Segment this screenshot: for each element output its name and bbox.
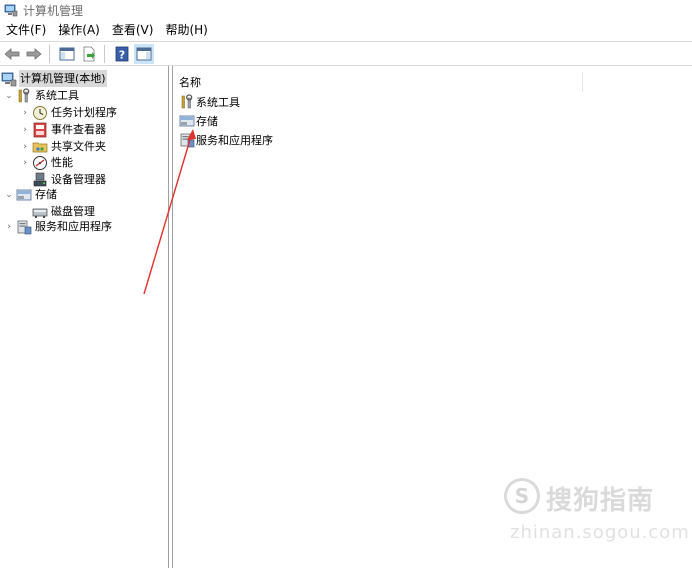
forward-button[interactable] — [24, 44, 44, 64]
tree-item-label: 性能 — [51, 156, 73, 169]
watermark-text: 搜狗指南 — [546, 486, 655, 516]
tree-item-label: 共享文件夹 — [51, 140, 106, 153]
tree-item-label: 事件查看器 — [51, 123, 106, 136]
system-tools-icon — [179, 94, 195, 110]
services-apps-icon — [16, 219, 32, 235]
shared-folder-icon — [32, 139, 48, 155]
column-header-name[interactable]: 名称 — [173, 72, 583, 92]
storage-icon — [16, 187, 32, 203]
tree-item-label: 系统工具 — [35, 89, 79, 102]
services-apps-icon — [179, 132, 195, 148]
help-icon: ? — [115, 46, 129, 61]
tree-item-label: 设备管理器 — [51, 173, 106, 186]
tree-item-event-viewer[interactable]: › 事件查看器 — [20, 121, 107, 138]
tree-item-task-scheduler[interactable]: › 任务计划程序 — [20, 104, 118, 121]
toolbar: ? — [0, 41, 692, 66]
toolbar-separator — [104, 44, 105, 63]
event-viewer-icon — [32, 122, 48, 138]
show-hide-console-tree-button[interactable] — [57, 44, 77, 64]
window-title: 计算机管理 — [23, 3, 84, 18]
show-hide-console-tree-icon — [59, 47, 75, 60]
menu-bar: 文件(F) 操作(A) 查看(V) 帮助(H) — [0, 20, 692, 41]
back-arrow-icon — [4, 47, 20, 60]
show-hide-action-pane-button[interactable] — [134, 43, 154, 64]
column-header-label: 名称 — [179, 76, 201, 89]
menu-help[interactable]: 帮助(H) — [159, 20, 213, 41]
tree-item-storage[interactable]: ⌄ 存储 — [4, 186, 58, 203]
forward-arrow-icon — [26, 47, 42, 60]
show-hide-action-pane-icon — [136, 47, 152, 60]
chevron-down-icon[interactable]: ⌄ — [4, 186, 14, 203]
list-item-label: 服务和应用程序 — [196, 134, 273, 147]
performance-icon — [32, 155, 48, 171]
chevron-right-icon[interactable]: › — [20, 138, 30, 155]
sogou-watermark: S 搜狗指南 zhinan.sogou.com — [504, 478, 689, 548]
computer-management-window: 计算机管理 文件(F) 操作(A) 查看(V) 帮助(H) ? 计算机管理(本地… — [0, 0, 692, 568]
chevron-right-icon[interactable]: › — [20, 154, 30, 171]
list-item[interactable]: 服务和应用程序 — [177, 131, 273, 149]
tree-item-computer-management[interactable]: 计算机管理(本地) — [0, 70, 107, 87]
console-tree[interactable]: 计算机管理(本地) ⌄ 系统工具 › 任务计划程序 › 事件查看器 › 共享文件… — [0, 66, 168, 568]
back-button[interactable] — [2, 44, 22, 64]
list-item-label: 存储 — [196, 115, 218, 128]
system-tools-icon — [16, 87, 32, 104]
help-button[interactable]: ? — [112, 44, 132, 64]
list-item[interactable]: 系统工具 — [177, 93, 240, 111]
tree-item-label: 任务计划程序 — [51, 106, 117, 119]
clock-icon — [32, 105, 48, 121]
export-list-button[interactable] — [79, 44, 99, 64]
chevron-right-icon[interactable]: › — [20, 104, 30, 121]
tree-item-label: 计算机管理(本地) — [19, 70, 107, 87]
watermark-url: zhinan.sogou.com — [510, 522, 690, 543]
menu-action[interactable]: 操作(A) — [52, 20, 106, 41]
export-list-icon — [83, 46, 95, 61]
tree-item-label: 存储 — [35, 188, 57, 201]
tree-item-performance[interactable]: › 性能 — [20, 154, 74, 171]
menu-file[interactable]: 文件(F) — [0, 20, 52, 41]
storage-icon — [179, 113, 195, 129]
tree-item-services-apps[interactable]: › 服务和应用程序 — [4, 218, 113, 235]
title-bar: 计算机管理 — [0, 0, 692, 20]
svg-text:?: ? — [119, 48, 125, 61]
computer-management-icon — [1, 71, 17, 87]
chevron-down-icon[interactable]: ⌄ — [4, 87, 14, 104]
tree-item-label: 服务和应用程序 — [35, 220, 112, 233]
tree-item-system-tools[interactable]: ⌄ 系统工具 — [4, 87, 80, 104]
computer-management-icon — [4, 4, 18, 17]
list-item[interactable]: 存储 — [177, 112, 218, 130]
toolbar-separator — [49, 44, 50, 63]
chevron-right-icon[interactable]: › — [4, 218, 14, 235]
list-item-label: 系统工具 — [196, 96, 240, 109]
sogou-logo: S — [504, 478, 540, 514]
tree-item-shared-folders[interactable]: › 共享文件夹 — [20, 138, 107, 155]
chevron-right-icon[interactable]: › — [20, 121, 30, 138]
menu-view[interactable]: 查看(V) — [106, 20, 160, 41]
